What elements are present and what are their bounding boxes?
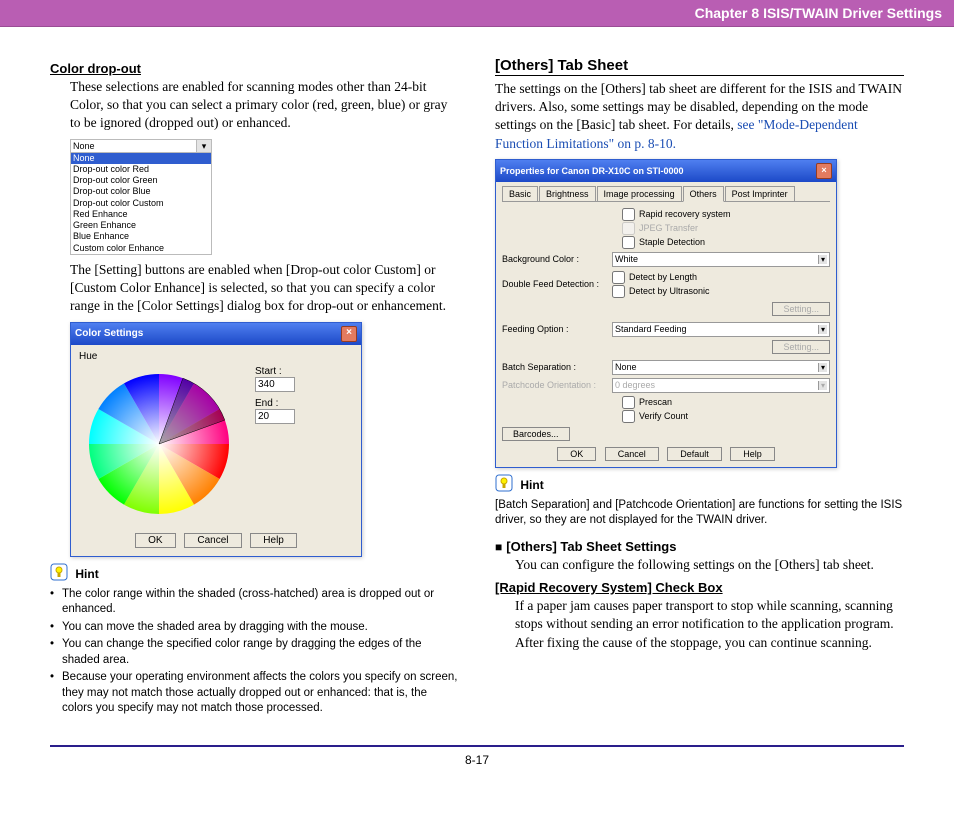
hint-heading: Hint bbox=[50, 563, 459, 585]
prescan-checkbox[interactable]: Prescan bbox=[622, 396, 830, 409]
dropdown-option[interactable]: Drop-out color Green bbox=[71, 175, 211, 186]
dialog-title: Color Settings bbox=[75, 328, 143, 339]
dropdown-option[interactable]: Green Enhance bbox=[71, 220, 211, 231]
column-left: Color drop-out These selections are enab… bbox=[50, 57, 459, 719]
patchcode-orientation-label: Patchcode Orientation : bbox=[502, 380, 612, 390]
dropdown-option[interactable]: Blue Enhance bbox=[71, 231, 211, 242]
chevron-down-icon: ▾ bbox=[818, 255, 827, 264]
feeding-option-select[interactable]: Standard Feeding▾ bbox=[612, 322, 830, 337]
detect-length-checkbox[interactable]: Detect by Length bbox=[612, 271, 830, 284]
tab-brightness[interactable]: Brightness bbox=[539, 186, 596, 201]
color-dropout-desc: These selections are enabled for scannin… bbox=[70, 78, 459, 133]
hint-label: Hint bbox=[520, 478, 543, 492]
tab-strip: Basic Brightness Image processing Others… bbox=[502, 186, 830, 202]
staple-detection-checkbox[interactable]: Staple Detection bbox=[622, 236, 830, 249]
cancel-button[interactable]: Cancel bbox=[605, 447, 659, 461]
hint-item: Because your operating environment affec… bbox=[62, 670, 459, 717]
close-icon[interactable]: × bbox=[341, 326, 357, 342]
start-input[interactable] bbox=[255, 377, 295, 392]
dropdown-option[interactable]: Drop-out color Red bbox=[71, 164, 211, 175]
end-input[interactable] bbox=[255, 409, 295, 424]
color-wheel[interactable] bbox=[79, 364, 239, 527]
hint-item: The color range within the shaded (cross… bbox=[62, 587, 459, 618]
hint-icon bbox=[50, 563, 68, 585]
page-body: Color drop-out These selections are enab… bbox=[0, 27, 954, 729]
ok-button[interactable]: OK bbox=[135, 533, 175, 548]
setting-button-desc: The [Setting] buttons are enabled when [… bbox=[70, 261, 459, 316]
barcodes-button[interactable]: Barcodes... bbox=[502, 427, 570, 441]
dfd-setting-button: Setting... bbox=[772, 302, 830, 316]
feed-setting-button: Setting... bbox=[772, 340, 830, 354]
dropdown-option[interactable]: None bbox=[71, 153, 211, 164]
chevron-down-icon: ▾ bbox=[818, 325, 827, 334]
background-color-label: Background Color : bbox=[502, 254, 612, 264]
rapid-recovery-heading: [Rapid Recovery System] Check Box bbox=[495, 580, 904, 595]
others-heading: [Others] Tab Sheet bbox=[495, 57, 904, 76]
hint-heading: Hint bbox=[495, 474, 904, 496]
tab-post-imprinter[interactable]: Post Imprinter bbox=[725, 186, 795, 201]
hint-label: Hint bbox=[75, 567, 98, 581]
dropdown-selected-row[interactable]: None ▾ bbox=[71, 140, 211, 153]
tab-others[interactable]: Others bbox=[683, 186, 724, 202]
hint-icon bbox=[495, 474, 513, 496]
dropdown-arrow-icon: ▾ bbox=[196, 140, 211, 152]
dropdown-option[interactable]: Drop-out color Custom bbox=[71, 198, 211, 209]
others-desc: The settings on the [Others] tab sheet a… bbox=[495, 80, 904, 153]
chapter-title: Chapter 8 ISIS/TWAIN Driver Settings bbox=[695, 5, 942, 21]
dialog-titlebar: Color Settings × bbox=[71, 323, 361, 345]
square-bullet-icon: ■ bbox=[495, 540, 502, 554]
rapid-recovery-desc: If a paper jam causes paper transport to… bbox=[515, 597, 904, 652]
hue-label: Hue bbox=[79, 351, 353, 362]
page-footer: 8-17 bbox=[50, 745, 904, 787]
ok-button[interactable]: OK bbox=[557, 447, 596, 461]
column-right: [Others] Tab Sheet The settings on the [… bbox=[495, 57, 904, 719]
batch-separation-label: Batch Separation : bbox=[502, 362, 612, 372]
color-dropout-heading: Color drop-out bbox=[50, 61, 459, 76]
tab-image-processing[interactable]: Image processing bbox=[597, 186, 682, 201]
chevron-down-icon: ▾ bbox=[818, 363, 827, 372]
properties-dialog: Properties for Canon DR-X10C on STI-0000… bbox=[495, 159, 837, 468]
background-color-select[interactable]: White▾ bbox=[612, 252, 830, 267]
start-label: Start : bbox=[255, 366, 295, 377]
dropout-dropdown: None ▾ None Drop-out color Red Drop-out … bbox=[70, 139, 212, 255]
batch-separation-select[interactable]: None▾ bbox=[612, 360, 830, 375]
rapid-recovery-checkbox[interactable]: Rapid recovery system bbox=[622, 208, 830, 221]
page-number: 8-17 bbox=[465, 753, 489, 767]
help-button[interactable]: Help bbox=[250, 533, 297, 548]
color-settings-dialog: Color Settings × Hue bbox=[70, 322, 362, 557]
others-settings-heading: ■[Others] Tab Sheet Settings bbox=[495, 539, 904, 554]
dropdown-option[interactable]: Red Enhance bbox=[71, 209, 211, 220]
chapter-header: Chapter 8 ISIS/TWAIN Driver Settings bbox=[0, 0, 954, 27]
dropdown-option[interactable]: Custom color Enhance bbox=[71, 243, 211, 254]
help-button[interactable]: Help bbox=[730, 447, 775, 461]
patchcode-orientation-select: 0 degrees▾ bbox=[612, 378, 830, 393]
dialog-title: Properties for Canon DR-X10C on STI-0000 bbox=[500, 166, 684, 176]
default-button[interactable]: Default bbox=[667, 447, 722, 461]
jpeg-transfer-checkbox: JPEG Transfer bbox=[622, 222, 830, 235]
hint-item: You can change the specified color range… bbox=[62, 637, 459, 668]
hint-item: You can move the shaded area by dragging… bbox=[62, 620, 459, 636]
end-label: End : bbox=[255, 398, 295, 409]
cancel-button[interactable]: Cancel bbox=[184, 533, 241, 548]
dropdown-selected-value: None bbox=[71, 140, 196, 152]
feeding-option-label: Feeding Option : bbox=[502, 324, 612, 334]
detect-ultrasonic-checkbox[interactable]: Detect by Ultrasonic bbox=[612, 285, 830, 298]
dropdown-option[interactable]: Drop-out color Blue bbox=[71, 186, 211, 197]
hint-list: •The color range within the shaded (cros… bbox=[50, 587, 459, 717]
hint-text: [Batch Separation] and [Patchcode Orient… bbox=[495, 498, 904, 529]
tab-basic[interactable]: Basic bbox=[502, 186, 538, 201]
verify-count-checkbox[interactable]: Verify Count bbox=[622, 410, 830, 423]
dialog-titlebar: Properties for Canon DR-X10C on STI-0000… bbox=[496, 160, 836, 182]
double-feed-label: Double Feed Detection : bbox=[502, 279, 612, 289]
chevron-down-icon: ▾ bbox=[818, 381, 827, 390]
others-settings-desc: You can configure the following settings… bbox=[515, 556, 904, 574]
close-icon[interactable]: × bbox=[816, 163, 832, 179]
